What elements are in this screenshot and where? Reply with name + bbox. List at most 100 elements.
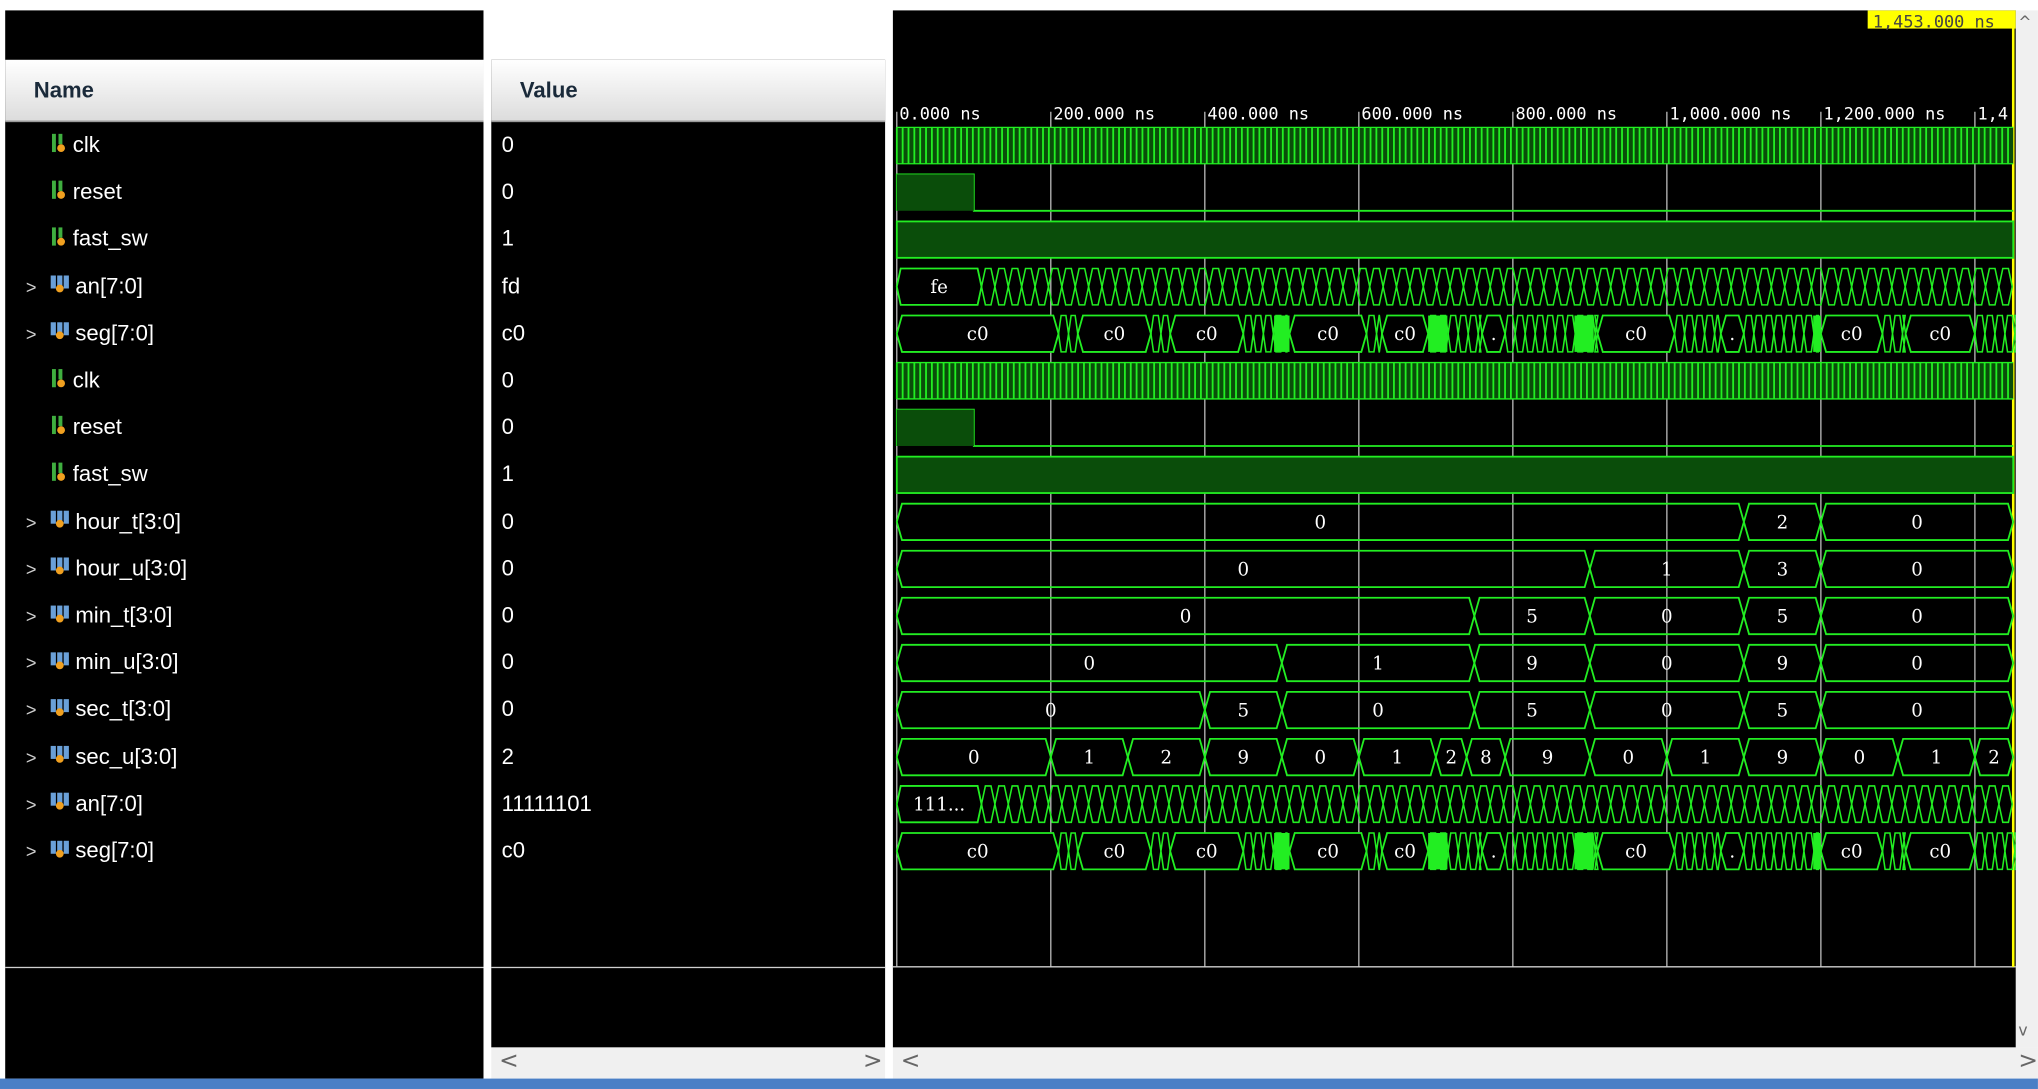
signal-row[interactable]: > sec_t[3:0] [5, 687, 483, 734]
scroll-left-icon[interactable]: < [499, 1047, 519, 1074]
signal-row[interactable]: > hour_u[3:0] [5, 546, 483, 593]
value-column-header[interactable]: Value [491, 59, 886, 123]
signal-value: c0 [501, 320, 526, 346]
dense-bus-transitions [980, 267, 2014, 306]
chevron-right-icon[interactable]: > [21, 606, 42, 627]
value-row[interactable]: c0 [491, 310, 885, 357]
wave-scroll-right-icon[interactable]: > [2018, 1047, 2038, 1074]
wave-horizontal-scrollbar[interactable]: < > [892, 1047, 2038, 1079]
signal-value: fd [501, 273, 521, 299]
signal-row[interactable]: reset [5, 169, 483, 216]
bus-value-label: c0 [1929, 324, 1951, 345]
name-panel-divider [5, 966, 484, 969]
name-column-header[interactable]: Name [5, 59, 484, 123]
value-row[interactable]: 1 [491, 216, 885, 263]
signal-value: 0 [501, 179, 514, 205]
signal-name-list: clk reset fast_sw > an[7:0] > seg[7:0] clk reset… [5, 122, 483, 967]
bus-value-label: 2 [1988, 748, 2000, 769]
value-row[interactable]: 0 [491, 357, 885, 404]
chevron-right-icon[interactable]: > [21, 700, 42, 721]
signal-row[interactable]: > seg[7:0] [5, 828, 483, 875]
expander-placeholder [21, 182, 42, 203]
bus-value-label: . [1729, 324, 1735, 345]
bus-value-label: 111... [913, 795, 965, 816]
signal-name: sec_u[3:0] [75, 744, 178, 769]
signal-row[interactable]: clk [5, 357, 483, 404]
seg-glitch-block [1274, 315, 1290, 352]
signal-row[interactable]: fast_sw [5, 216, 483, 263]
signal-value-list: 0 0 1 fd c0 0 0 1 0 0 0 0 0 2 11111101 c0 [491, 122, 885, 967]
value-row[interactable]: 0 [491, 593, 885, 640]
signal-row[interactable]: > an[7:0] [5, 263, 483, 310]
expander-placeholder [21, 135, 42, 156]
signal-row[interactable]: > seg[7:0] [5, 310, 483, 357]
signal-row[interactable]: fast_sw [5, 451, 483, 498]
signal-row[interactable]: clk [5, 122, 483, 169]
signal-value: 11111101 [501, 791, 592, 816]
value-row[interactable]: 0 [491, 169, 885, 216]
value-row[interactable]: 1 [491, 451, 885, 498]
bus-value-label: 1 [1392, 748, 1404, 769]
signal-name: fast_sw [72, 226, 148, 252]
bus-value-label: 0 [1315, 748, 1327, 769]
bus-value-label: c0 [1317, 842, 1339, 863]
bit-signal-icon [49, 226, 67, 253]
value-row[interactable]: 0 [491, 122, 885, 169]
scroll-down-icon[interactable]: v [2018, 1021, 2027, 1039]
scroll-right-icon[interactable]: > [863, 1047, 883, 1074]
bus-value-label: 1 [1931, 748, 1943, 769]
bus-value-label: c0 [1841, 842, 1863, 863]
signal-row[interactable]: > hour_t[3:0] [5, 498, 483, 545]
bus-value-label: 0 [1661, 654, 1673, 675]
dense-bus-transitions [980, 785, 2014, 824]
signal-row[interactable]: > an[7:0] [5, 781, 483, 828]
waveform-panel[interactable]: 0.000 ns 200.000 ns 400.000 ns 600.000 ns 80… [892, 10, 2016, 1048]
chevron-right-icon[interactable]: > [21, 747, 42, 768]
bus-value-label: 1 [1372, 654, 1384, 675]
signal-row[interactable]: reset [5, 404, 483, 451]
value-row[interactable]: 11111101 [491, 781, 885, 828]
value-row[interactable]: 2 [491, 734, 885, 781]
signal-value: 0 [501, 697, 514, 722]
bus-value-label: 0 [968, 748, 980, 769]
bus-value-label: 5 [1777, 606, 1789, 627]
chevron-right-icon[interactable]: > [21, 511, 42, 532]
signal-row[interactable]: > min_t[3:0] [5, 593, 483, 640]
scroll-up-icon[interactable]: ^ [2018, 13, 2031, 31]
seg-glitch-block [1574, 832, 1594, 870]
value-row[interactable]: 0 [491, 498, 885, 545]
chevron-right-icon[interactable]: > [21, 559, 42, 580]
signal-value: 0 [501, 132, 514, 158]
seg-glitch-block [1274, 832, 1290, 870]
bus-value-label: 0 [1045, 701, 1057, 722]
bit-signal-icon [49, 132, 67, 159]
bus-value-label: . [1491, 842, 1497, 863]
cursor-time-label: 1,453.000 ns [1873, 11, 1995, 31]
signal-row[interactable]: > sec_u[3:0] [5, 734, 483, 781]
wave-scroll-left-icon[interactable]: < [901, 1047, 921, 1074]
chevron-right-icon[interactable]: > [21, 653, 42, 674]
signal-name: clk [72, 132, 100, 158]
value-row[interactable]: 0 [491, 687, 885, 734]
value-row[interactable]: 0 [491, 546, 885, 593]
chevron-right-icon[interactable]: > [21, 794, 42, 815]
chevron-right-icon[interactable]: > [21, 841, 42, 862]
wave-vertical-scrollbar[interactable]: ^ v [2015, 10, 2038, 1048]
value-row[interactable]: 0 [491, 640, 885, 687]
reset-high-fill [896, 174, 974, 211]
signal-value: 0 [501, 555, 514, 581]
signal-name: reset [72, 179, 122, 205]
waveform-canvas[interactable]: 0.000 ns 200.000 ns 400.000 ns 600.000 ns 80… [892, 10, 2016, 1047]
chevron-right-icon[interactable]: > [21, 276, 42, 297]
bus-value-label: 1 [1084, 748, 1096, 769]
signal-row[interactable]: > min_u[3:0] [5, 640, 483, 687]
bus-signal-icon [49, 838, 70, 865]
bus-value-label: 5 [1238, 701, 1250, 722]
value-row[interactable]: 0 [491, 404, 885, 451]
bus-value-label: 5 [1777, 701, 1789, 722]
bus-value-label: c0 [1929, 842, 1951, 863]
value-row[interactable]: c0 [491, 828, 885, 875]
chevron-right-icon[interactable]: > [21, 323, 42, 344]
value-horizontal-scrollbar[interactable]: < > [491, 1047, 886, 1079]
value-row[interactable]: fd [491, 263, 885, 310]
